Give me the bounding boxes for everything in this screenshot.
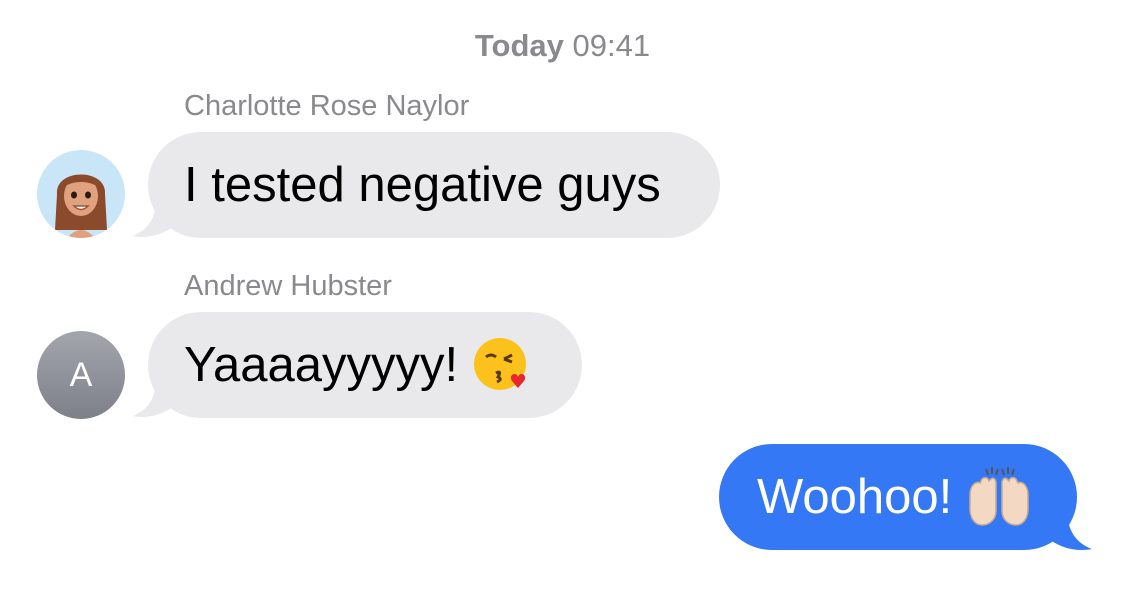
message-text: Yaaaayyyyy!: [184, 338, 459, 392]
avatar-initial: A: [69, 356, 93, 394]
message-bubble[interactable]: Yaaaayyyyy!: [148, 312, 582, 418]
avatar[interactable]: [37, 150, 125, 238]
raising-hands-icon: [969, 467, 1029, 526]
bubble-tail: [1050, 516, 1092, 550]
timestamp-day: Today: [474, 28, 564, 63]
sender-name: Charlotte Rose Naylor: [184, 90, 470, 122]
message-bubble[interactable]: Woohoo!: [719, 444, 1077, 550]
message-text: I tested negative guys: [184, 158, 661, 212]
memoji-avatar-icon: [55, 174, 107, 238]
timestamp: Today 09:41: [0, 26, 1125, 66]
message-bubble[interactable]: I tested negative guys: [148, 132, 720, 238]
sender-name: Andrew Hubster: [184, 270, 392, 302]
avatar[interactable]: A: [37, 331, 125, 419]
message-text: Woohoo!: [757, 470, 953, 524]
face-blowing-kiss-icon: [474, 338, 527, 391]
timestamp-time: 09:41: [572, 28, 651, 63]
